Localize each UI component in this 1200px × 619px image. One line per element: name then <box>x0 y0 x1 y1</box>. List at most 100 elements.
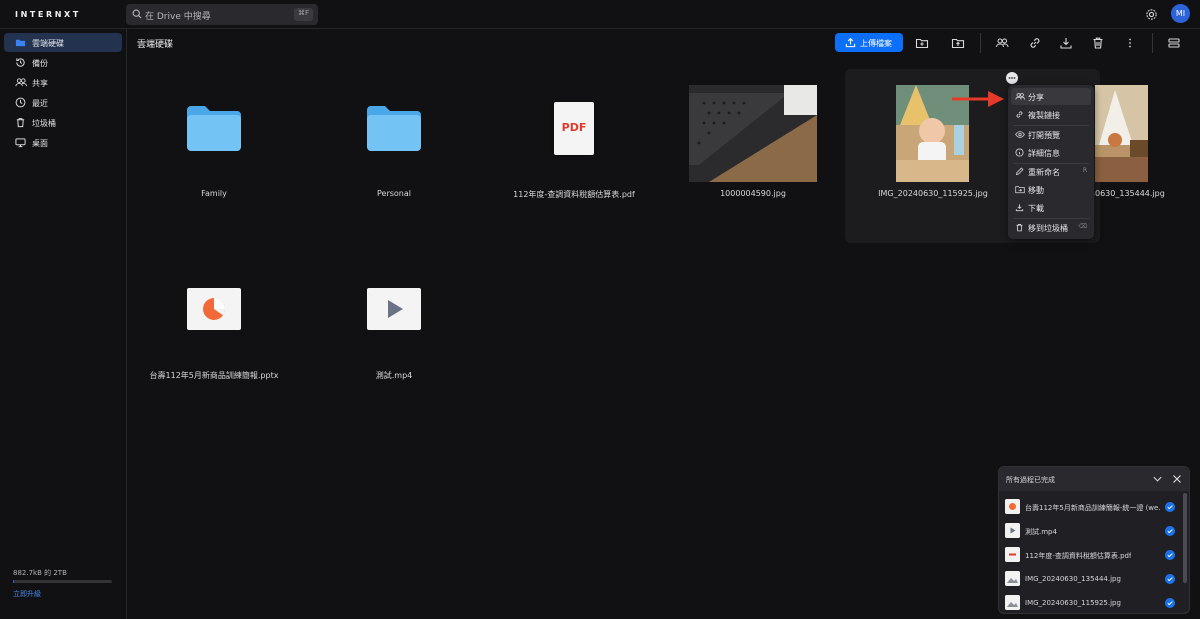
list-view-icon[interactable] <box>1167 36 1181 50</box>
eye-icon <box>1015 131 1025 138</box>
menu-item-label: 詳細信息 <box>1028 149 1060 158</box>
new-folder-icon[interactable] <box>915 36 929 50</box>
chevron-down-icon[interactable] <box>1152 474 1163 484</box>
upload-icon <box>845 37 856 48</box>
upload-status-panel: 所有過程已完成 台壽112年5月新商品訓練簡報-統一證 (we… 測試.mp4 … <box>998 466 1190 614</box>
sidebar-item-desktop[interactable]: 桌面 <box>4 133 122 152</box>
trash-icon[interactable] <box>1091 36 1105 50</box>
file-name: 1000004590.jpg <box>720 189 786 198</box>
pdf-thumb-label: PDF <box>561 121 587 134</box>
sidebar-item-drive[interactable]: 雲端硬碟 <box>4 33 122 52</box>
sidebar-item-recents[interactable]: 最近 <box>4 93 122 112</box>
search-shortcut: ⌘F <box>293 8 313 21</box>
search-placeholder: 在 Drive 中搜尋 <box>145 12 211 22</box>
storage-progress-fill <box>13 580 14 583</box>
upload-item[interactable]: 測試.mp4 <box>999 519 1182 543</box>
check-icon <box>1165 550 1175 560</box>
file-name: IMG_20240630_115925.jpg <box>878 189 988 198</box>
history-icon <box>16 58 25 67</box>
more-horizontal-icon <box>1008 77 1016 79</box>
download-icon <box>1015 204 1024 212</box>
users-icon <box>1015 93 1025 100</box>
trash-icon <box>16 118 25 128</box>
file-item-video[interactable]: 測試.mp4 <box>314 270 474 385</box>
upload-item-name: IMG_20240630_115925.jpg <box>1025 599 1121 607</box>
menu-item-rename[interactable]: 重新命名 R <box>1011 163 1091 180</box>
folder-move-icon <box>1015 186 1025 194</box>
gear-icon[interactable] <box>1145 8 1158 21</box>
video-icon <box>367 288 421 330</box>
link-icon[interactable] <box>1028 36 1042 50</box>
upload-item[interactable]: 台壽112年5月新商品訓練簡報-統一證 (we… <box>999 495 1182 519</box>
sidebar-item-label: 桌面 <box>32 139 48 148</box>
menu-item-details[interactable]: 詳細信息 <box>1011 144 1091 161</box>
upload-panel-title: 所有過程已完成 <box>1006 476 1055 484</box>
more-options-button[interactable] <box>1006 72 1018 84</box>
pdf-icon <box>1005 547 1020 562</box>
annotation-arrow <box>952 91 1004 107</box>
upload-folder-icon[interactable] <box>951 36 965 50</box>
toolbar-divider <box>980 33 981 53</box>
sidebar-item-label: 備份 <box>32 59 48 68</box>
menu-item-label: 打開預覽 <box>1028 131 1060 140</box>
file-name: Personal <box>376 189 411 198</box>
close-icon[interactable] <box>1172 474 1182 484</box>
breadcrumb[interactable]: 雲端硬碟 <box>137 37 173 50</box>
menu-item-copy-link[interactable]: 複製鏈接 <box>1011 106 1091 123</box>
upload-button-label: 上傳檔案 <box>860 39 892 48</box>
app-logo: INTERNXT <box>15 10 81 19</box>
info-icon <box>1015 148 1024 157</box>
folder-icon <box>15 39 26 47</box>
file-item-image-1000004590[interactable]: 1000004590.jpg <box>673 69 833 209</box>
menu-item-label: 移動 <box>1028 186 1044 195</box>
sidebar-item-label: 最近 <box>32 99 48 108</box>
image-icon <box>1005 571 1020 586</box>
menu-item-move[interactable]: 移動 <box>1011 181 1091 198</box>
menu-item-download[interactable]: 下載 <box>1011 199 1091 216</box>
search-input[interactable]: 在 Drive 中搜尋 ⌘F <box>126 4 318 25</box>
toolbar-divider <box>1152 33 1153 53</box>
folder-icon <box>367 106 421 151</box>
folder-icon <box>187 106 241 151</box>
storage-usage-text: 882.7kB 的 2TB <box>13 569 67 577</box>
file-item-pptx[interactable]: 台壽112年5月新商品訓練簡報.pptx <box>134 270 294 385</box>
check-icon <box>1165 502 1175 512</box>
top-bar: INTERNXT 在 Drive 中搜尋 ⌘F MI <box>0 0 1200 29</box>
avatar[interactable]: MI <box>1171 4 1190 23</box>
sidebar-item-trash[interactable]: 垃圾桶 <box>4 113 122 132</box>
upgrade-link[interactable]: 立即升級 <box>13 589 41 599</box>
upload-item-name: 台壽112年5月新商品訓練簡報-統一證 (we… <box>1025 504 1160 512</box>
menu-item-move-to-trash[interactable]: 移到垃圾桶 ⌫ <box>1011 219 1091 236</box>
upload-item[interactable]: IMG_20240630_115925.jpg <box>999 591 1182 613</box>
file-name: Family <box>201 189 227 198</box>
sidebar-item-label: 垃圾桶 <box>32 119 56 128</box>
share-users-icon[interactable] <box>995 36 1009 50</box>
upload-item[interactable]: IMG_20240630_135444.jpg <box>999 567 1182 591</box>
upload-panel-header: 所有過程已完成 <box>999 467 1189 491</box>
file-item-family[interactable]: Family <box>134 69 294 209</box>
sidebar-item-shared[interactable]: 共享 <box>4 73 122 92</box>
users-icon <box>15 78 27 87</box>
menu-item-label: 移到垃圾桶 <box>1028 224 1068 233</box>
file-item-personal[interactable]: Personal <box>314 69 474 209</box>
upload-item[interactable]: 112年度-查調資料稅額估算表.pdf <box>999 543 1182 567</box>
upload-panel-scrollbar[interactable] <box>1183 493 1187 583</box>
menu-item-preview[interactable]: 打開預覽 <box>1011 126 1091 143</box>
check-icon <box>1165 598 1175 608</box>
presentation-icon <box>187 288 241 330</box>
sidebar-item-label: 共享 <box>32 79 48 88</box>
file-item-pdf[interactable]: PDF 112年度-查調資料稅額估算表.pdf <box>494 69 654 209</box>
image-icon <box>1005 595 1020 610</box>
pdf-icon: PDF <box>554 102 594 155</box>
download-icon[interactable] <box>1059 36 1073 50</box>
pencil-icon <box>1015 167 1024 176</box>
upload-item-name: 112年度-查調資料稅額估算表.pdf <box>1025 552 1132 560</box>
upload-files-button[interactable]: 上傳檔案 <box>835 33 903 52</box>
menu-item-label: 重新命名 <box>1028 168 1060 177</box>
menu-item-shortcut: ⌫ <box>1078 223 1087 230</box>
menu-item-label: 複製鏈接 <box>1028 111 1060 120</box>
sidebar-item-backups[interactable]: 備份 <box>4 53 122 72</box>
more-vertical-icon[interactable] <box>1123 36 1137 50</box>
sidebar: 雲端硬碟 備份 共享 最近 垃圾桶 桌面 882.7kB 的 2TB 立即升級 <box>0 29 127 619</box>
menu-item-share[interactable]: 分享 <box>1011 88 1091 105</box>
